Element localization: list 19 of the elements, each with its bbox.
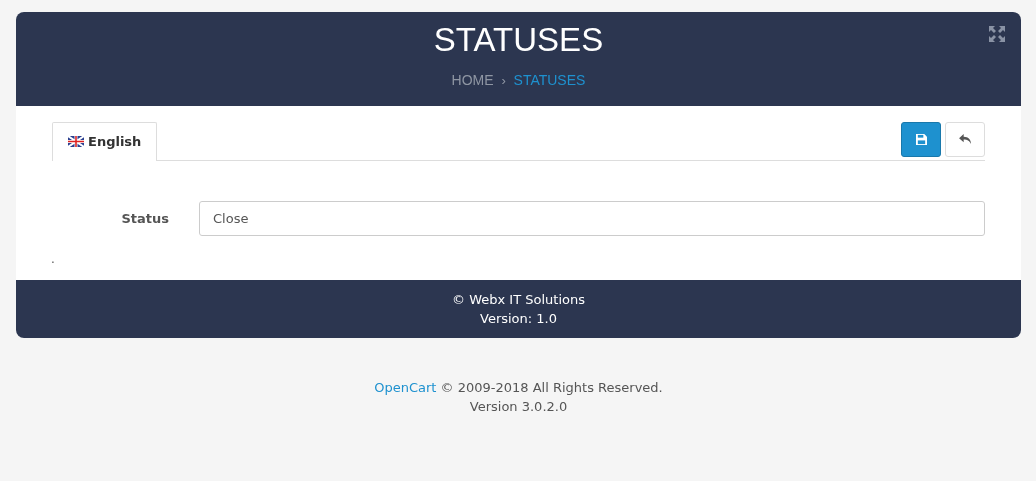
status-label: Status	[120, 211, 170, 226]
version-text: Version 3.0.2.0	[468, 398, 569, 416]
copyright-text: OpenCart © 2009-2018 All Rights Reserved.	[373, 379, 664, 397]
version-text: Version: 1.0	[479, 310, 558, 328]
breadcrumb-separator: ›	[501, 73, 506, 88]
save-button[interactable]	[901, 122, 941, 157]
reply-icon	[958, 134, 972, 145]
back-button[interactable]	[945, 122, 985, 157]
save-icon	[915, 134, 927, 145]
note-text: .	[51, 252, 56, 266]
opencart-link[interactable]: OpenCart	[374, 380, 437, 395]
expand-icon[interactable]	[989, 26, 1005, 42]
breadcrumb-link[interactable]: HOME	[451, 72, 494, 88]
page-title: STATUSES	[433, 20, 604, 60]
status-input[interactable]: Close	[199, 201, 985, 236]
copyright-text: © Webx IT Solutions	[451, 291, 586, 309]
flag-icon	[68, 136, 84, 147]
language-tab[interactable]: English	[52, 122, 158, 161]
breadcrumb-link[interactable]: STATUSES	[513, 72, 586, 88]
